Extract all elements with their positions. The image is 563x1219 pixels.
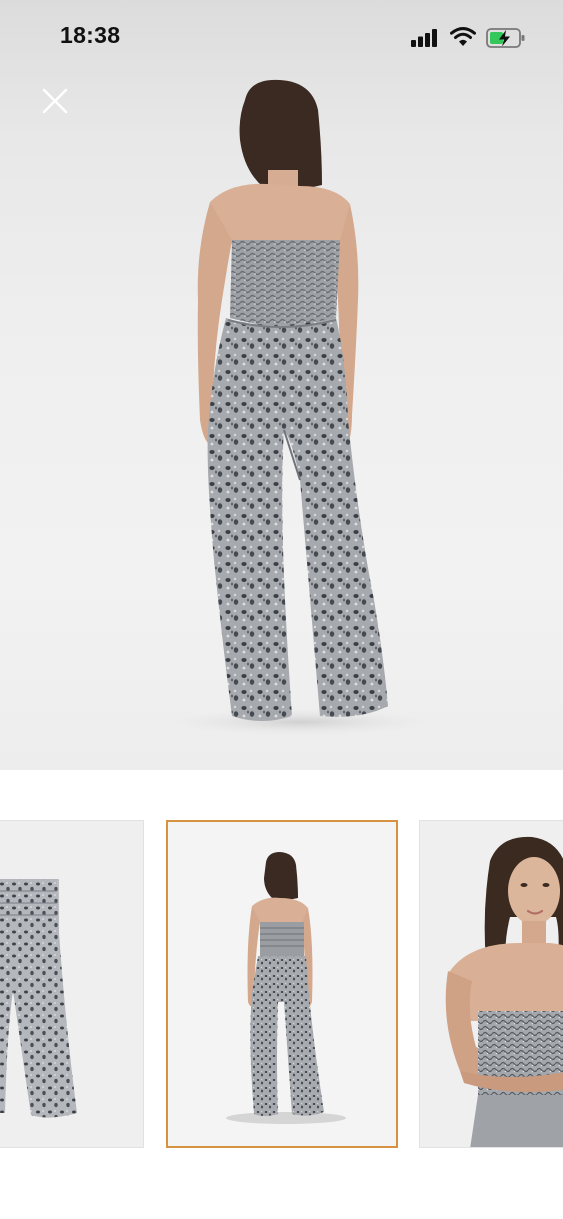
main-product-image[interactable] bbox=[0, 0, 563, 770]
wifi-icon bbox=[450, 27, 476, 46]
thumbnail-strip bbox=[0, 820, 563, 1148]
battery-charging-icon bbox=[486, 28, 525, 48]
thumb-flat-product[interactable] bbox=[0, 820, 144, 1148]
signal-icon bbox=[411, 29, 437, 47]
status-bar: 18:38 bbox=[0, 0, 563, 76]
status-time: 18:38 bbox=[60, 22, 121, 48]
thumb-front-closeup[interactable] bbox=[419, 820, 563, 1148]
model-back-view-illustration bbox=[160, 79, 440, 736]
close-icon[interactable] bbox=[38, 84, 72, 118]
product-image-viewer: 18:38 bbox=[0, 0, 563, 1219]
thumb-back-view[interactable] bbox=[166, 820, 398, 1148]
